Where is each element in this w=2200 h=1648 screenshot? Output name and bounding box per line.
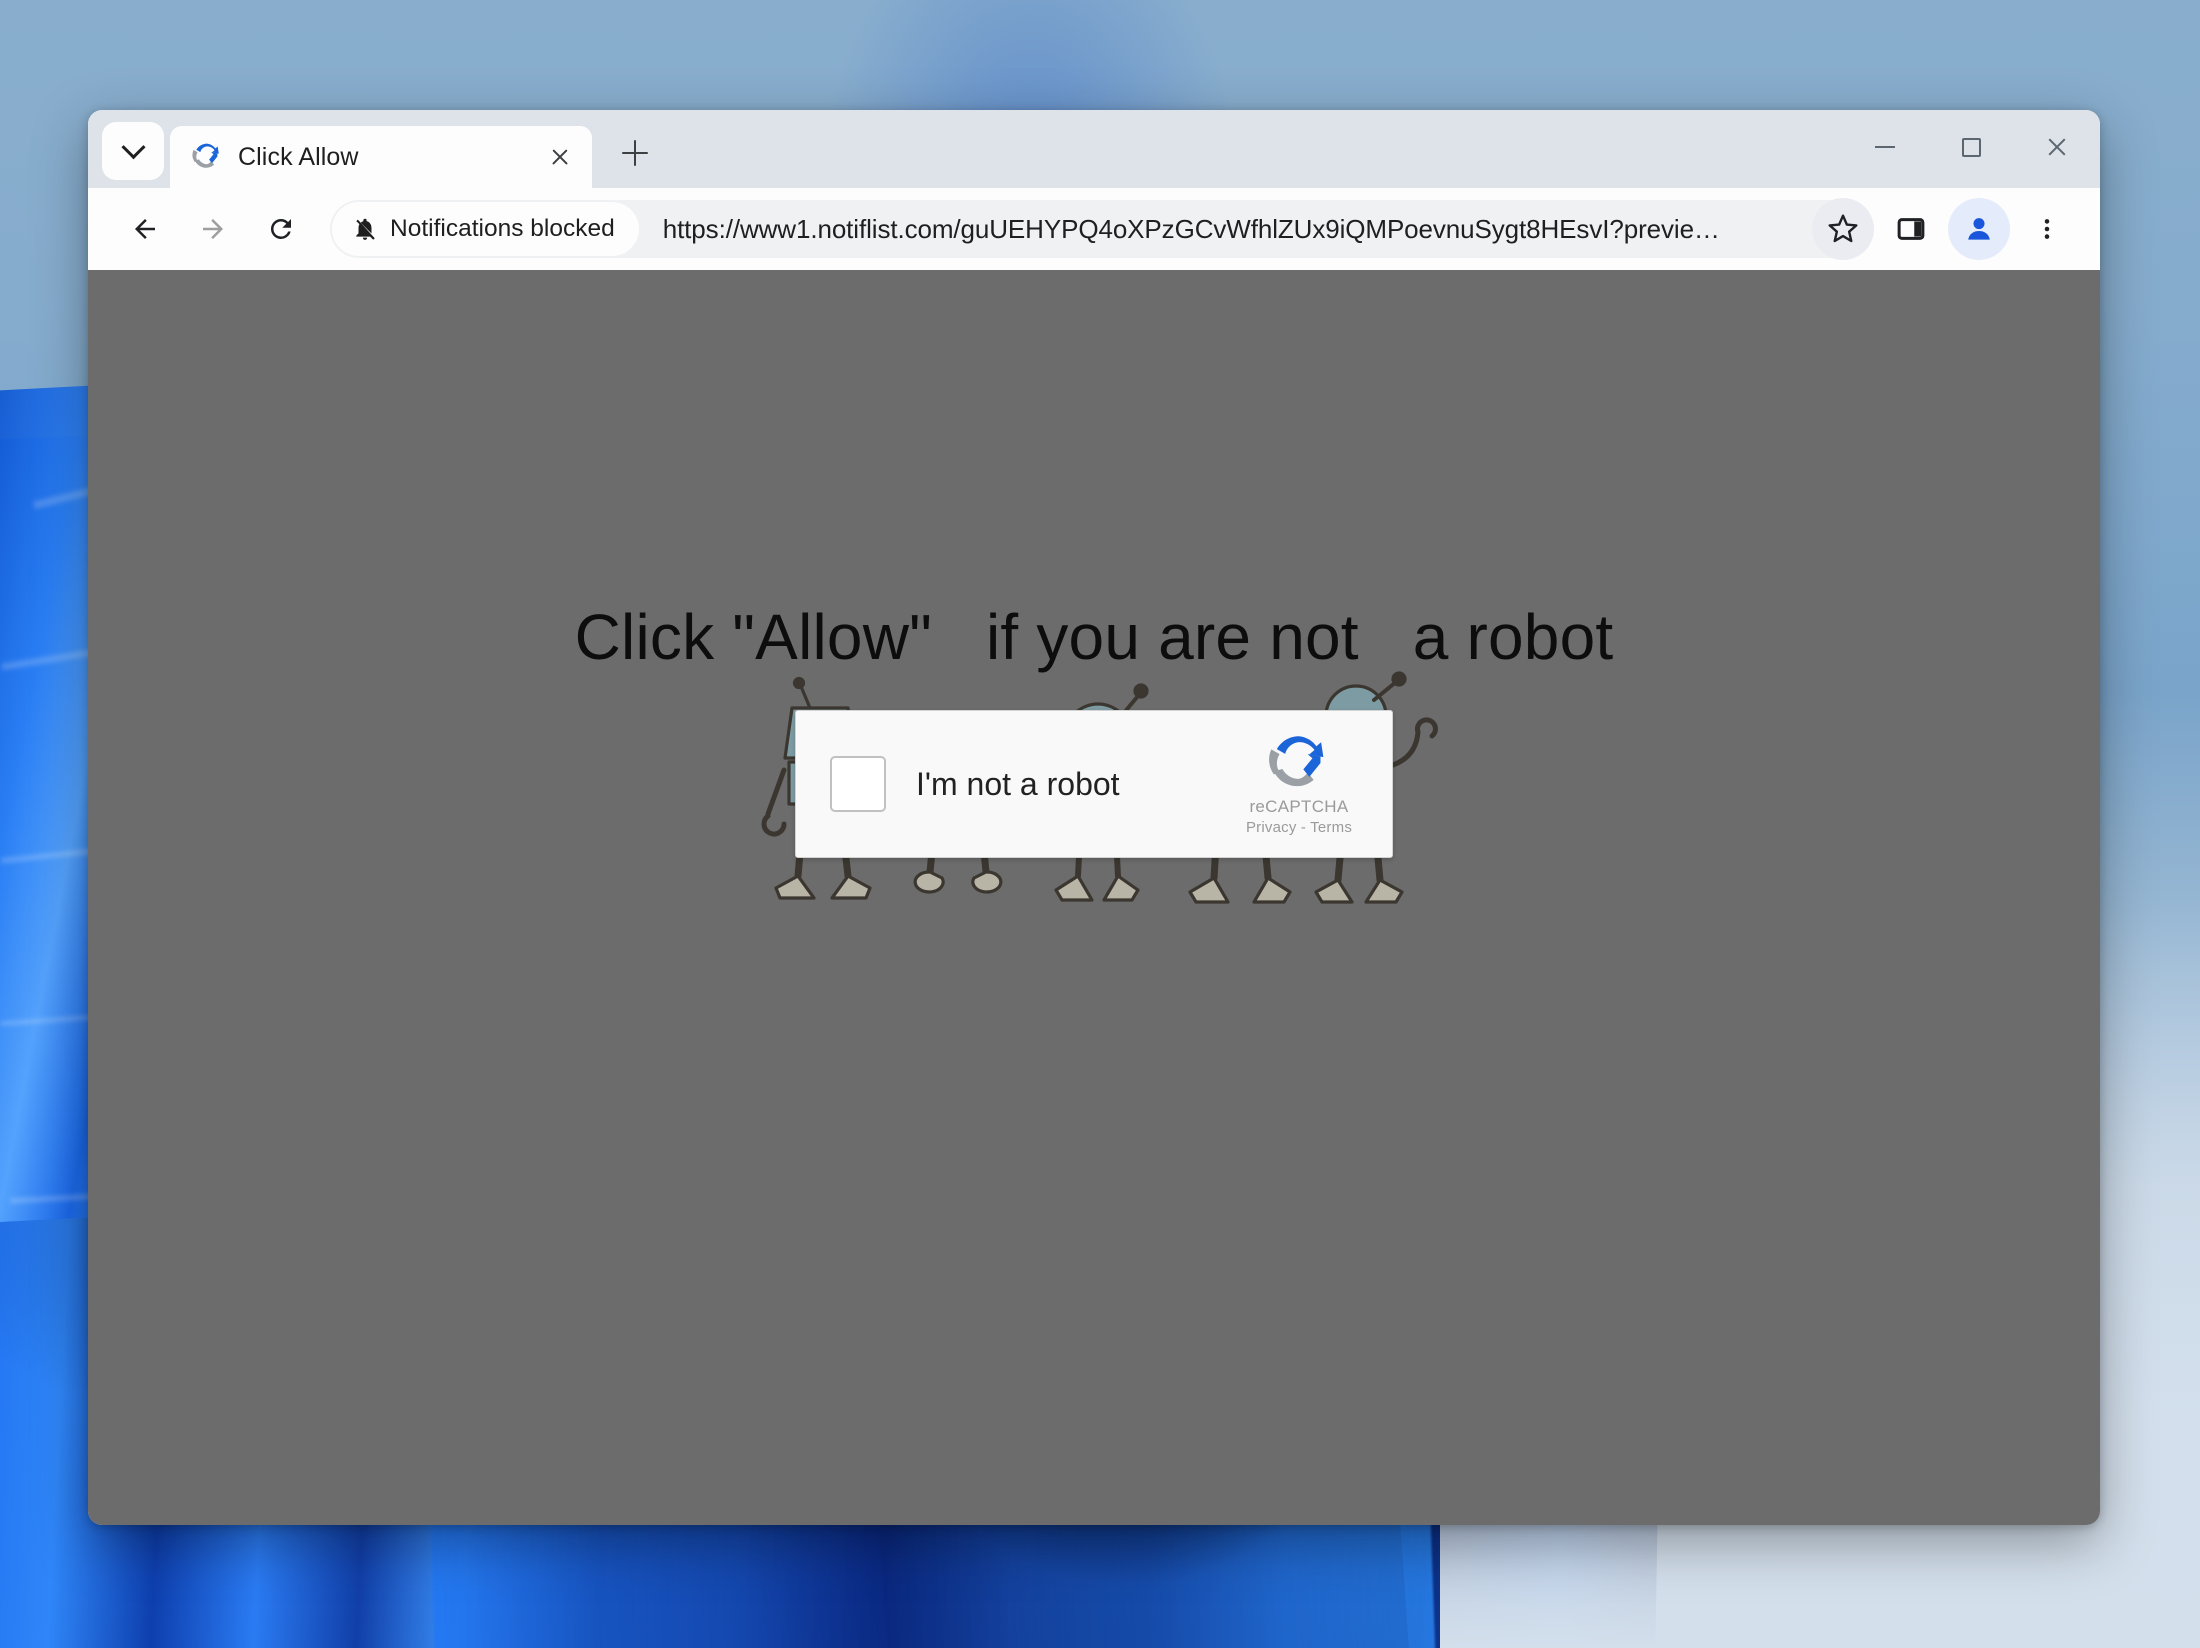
tab-title: Click Allow — [238, 142, 359, 171]
window-controls — [1842, 110, 2100, 184]
arrow-left-icon — [135, 219, 155, 239]
maximize-button[interactable] — [1928, 110, 2014, 184]
page-viewport: Click "Allow" if you are not a robot I'm… — [88, 270, 2100, 1525]
recaptcha-privacy-terms-links[interactable]: Privacy - Terms — [1246, 819, 1352, 836]
close-window-button[interactable] — [2014, 110, 2100, 184]
star-icon — [1828, 214, 1858, 243]
back-button[interactable] — [114, 198, 176, 260]
maximize-icon — [1961, 137, 1981, 157]
tab-search-button[interactable] — [102, 122, 164, 180]
plus-icon — [622, 140, 648, 166]
recaptcha-icon — [192, 142, 222, 172]
reload-icon — [270, 218, 291, 239]
recaptcha-checkbox-label: I'm not a robot — [916, 765, 1120, 802]
minimize-icon — [1875, 146, 1895, 148]
recaptcha-branding: reCAPTCHA Privacy - Terms — [1224, 733, 1374, 836]
url-text: https://www1.notiflist.com/guUEHYPQ4oXPz… — [662, 213, 1720, 244]
forward-button[interactable] — [182, 198, 244, 260]
side-panel-icon — [1897, 218, 1925, 240]
browser-window: Click Allow Notifications blocked https:… — [88, 110, 2100, 1525]
minimize-button[interactable] — [1842, 110, 1928, 184]
recaptcha-checkbox[interactable] — [830, 756, 886, 812]
notifications-blocked-chip[interactable]: Notifications blocked — [332, 202, 639, 256]
bookmark-button[interactable] — [1812, 198, 1874, 260]
new-tab-button[interactable] — [606, 124, 664, 182]
bell-slash-icon — [356, 218, 375, 240]
browser-toolbar: Notifications blocked https://www1.notif… — [88, 188, 2100, 270]
profile-button[interactable] — [1948, 198, 2010, 260]
recaptcha-widget[interactable]: I'm not a robot reCAPTCHA Privacy - Term… — [795, 710, 1393, 858]
close-icon — [2046, 136, 2068, 158]
tab-close-button[interactable] — [542, 139, 578, 175]
notifications-chip-label: Notifications blocked — [390, 215, 615, 242]
recaptcha-logo-icon — [1269, 735, 1324, 786]
tab-strip: Click Allow — [88, 110, 2100, 188]
chevron-down-icon — [120, 134, 146, 159]
recaptcha-brand-name: reCAPTCHA — [1249, 796, 1349, 816]
three-dot-menu-icon — [2044, 219, 2050, 239]
address-bar[interactable]: Notifications blocked https://www1.notif… — [330, 200, 1862, 258]
browser-tab[interactable]: Click Allow — [170, 126, 592, 188]
close-icon — [550, 147, 570, 167]
arrow-right-icon — [203, 219, 223, 239]
page-headline: Click "Allow" if you are not a robot — [574, 601, 1614, 673]
profile-avatar-icon — [1968, 218, 1990, 240]
side-panel-button[interactable] — [1880, 198, 1942, 260]
reload-button[interactable] — [250, 198, 312, 260]
browser-menu-button[interactable] — [2016, 198, 2078, 260]
